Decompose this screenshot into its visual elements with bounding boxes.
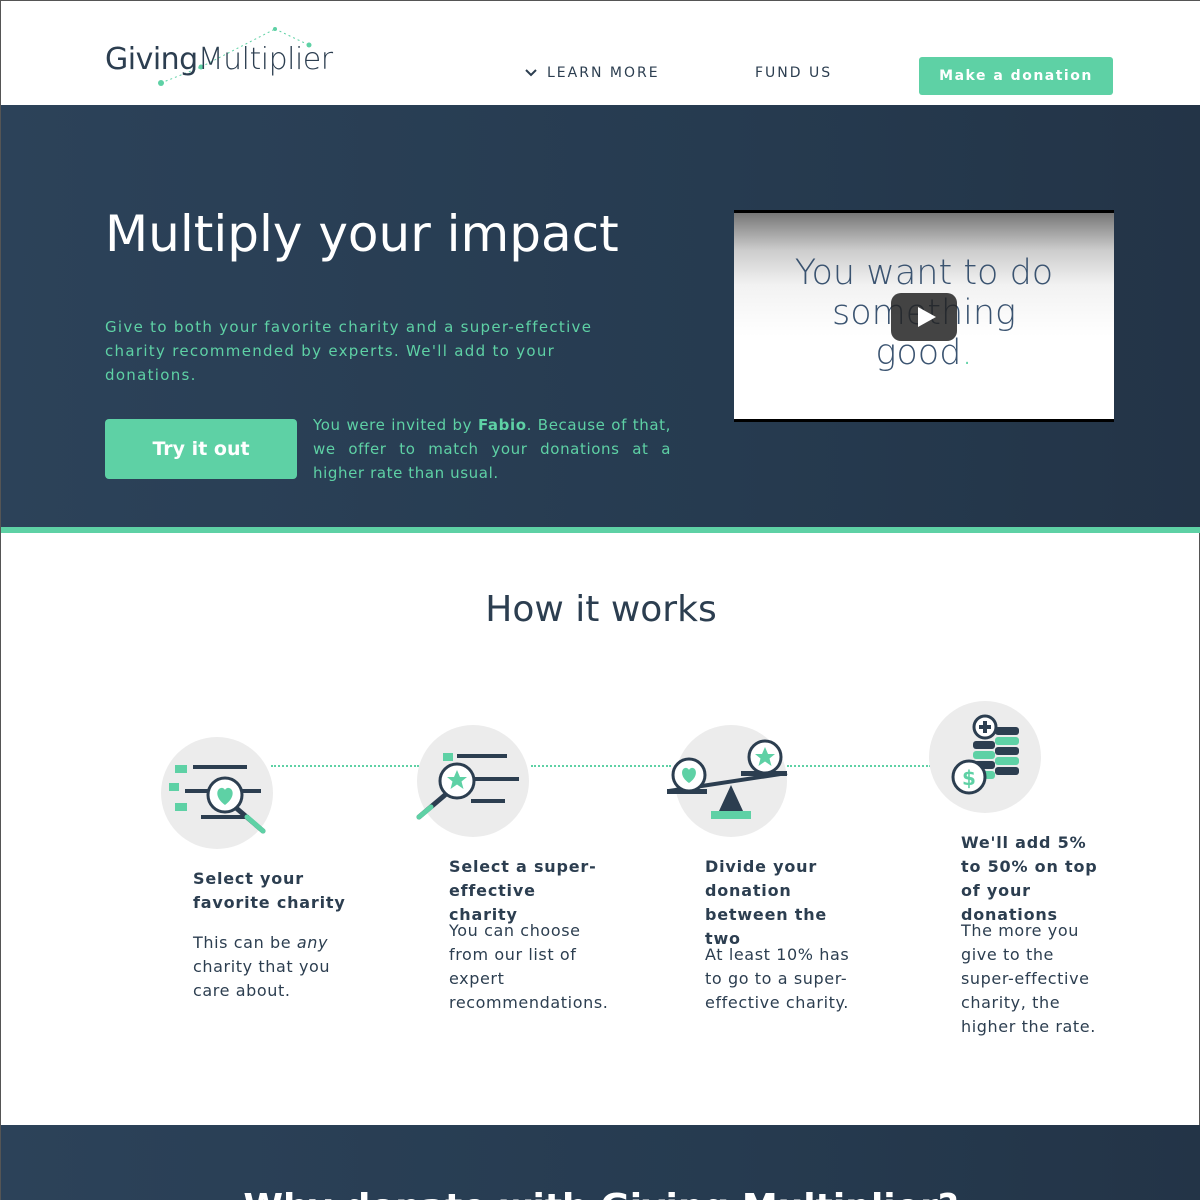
effective-charity-search-icon xyxy=(416,753,519,820)
step-connector xyxy=(787,765,931,767)
svg-text:$: $ xyxy=(962,766,976,790)
hero-description: Give to both your favorite charity and a… xyxy=(105,318,593,384)
why-donate-title: Why donate with Giving Multiplier? xyxy=(1,1187,1200,1200)
balance-scale-icon xyxy=(667,739,788,819)
coins-bonus-icon: $ xyxy=(951,714,1019,795)
step-2-description: You can choose from our list of expert r… xyxy=(449,921,609,1012)
chevron-down-icon xyxy=(525,69,537,77)
how-it-works-title: How it works xyxy=(485,589,717,630)
intro-video[interactable]: You want to do something good. xyxy=(734,210,1114,422)
step-connector xyxy=(271,765,419,767)
logo-text-multiplier: Multiplier xyxy=(197,42,333,77)
nav-fund-us[interactable]: FUND US xyxy=(755,65,832,81)
step-3-description: At least 10% has to go to a super-effect… xyxy=(705,945,850,1012)
step-3-illustration xyxy=(667,725,788,837)
step-4-title: We'll add 5% to 50% on top of your donat… xyxy=(961,833,1098,924)
nav-learn-more[interactable]: LEARN MORE xyxy=(525,65,660,81)
step-2-illustration xyxy=(416,725,529,837)
step-1-desc-emphasis: any xyxy=(296,933,329,952)
step-1-title: Select your favorite charity xyxy=(193,869,346,912)
make-donation-button[interactable]: Make a donation xyxy=(919,57,1113,95)
nav-learn-more-label: LEARN MORE xyxy=(547,65,660,81)
inviter-name: Fabio xyxy=(477,416,527,434)
hero-accent-bar xyxy=(1,527,1200,533)
hero-section: Multiply your impact Give to both your f… xyxy=(1,105,1200,527)
invite-prefix: You were invited by xyxy=(313,416,478,434)
step-2-title: Select a super-effective charity xyxy=(449,857,597,924)
step-1-illustration xyxy=(161,737,273,849)
video-line-3-dot: . xyxy=(961,333,973,373)
logo[interactable]: GivingMultiplier xyxy=(105,45,333,75)
step-connector xyxy=(531,765,671,767)
step-1-description: This can be any charity that you care ab… xyxy=(193,931,343,1003)
favorite-charity-search-icon xyxy=(169,765,266,834)
play-icon[interactable] xyxy=(891,293,957,341)
hero-title: Multiply your impact xyxy=(105,205,619,263)
try-it-out-button[interactable]: Try it out xyxy=(105,419,297,479)
logo-text-giving: Giving xyxy=(105,42,198,77)
video-line-1: You want to do xyxy=(794,253,1054,293)
step-1-desc-after: charity that you care about. xyxy=(193,957,331,1000)
step-4-description: The more you give to the super-effective… xyxy=(961,921,1096,1036)
why-donate-section: Why donate with Giving Multiplier? xyxy=(1,1125,1200,1200)
step-3-title: Divide your donation between the two xyxy=(705,857,828,948)
step-1-desc-before: This can be xyxy=(193,933,297,952)
site-header: GivingMultiplier LEARN MORE FUND US Make… xyxy=(1,1,1200,105)
step-4-illustration: $ xyxy=(929,701,1041,813)
invite-text: You were invited by Fabio. Because of th… xyxy=(313,413,671,485)
